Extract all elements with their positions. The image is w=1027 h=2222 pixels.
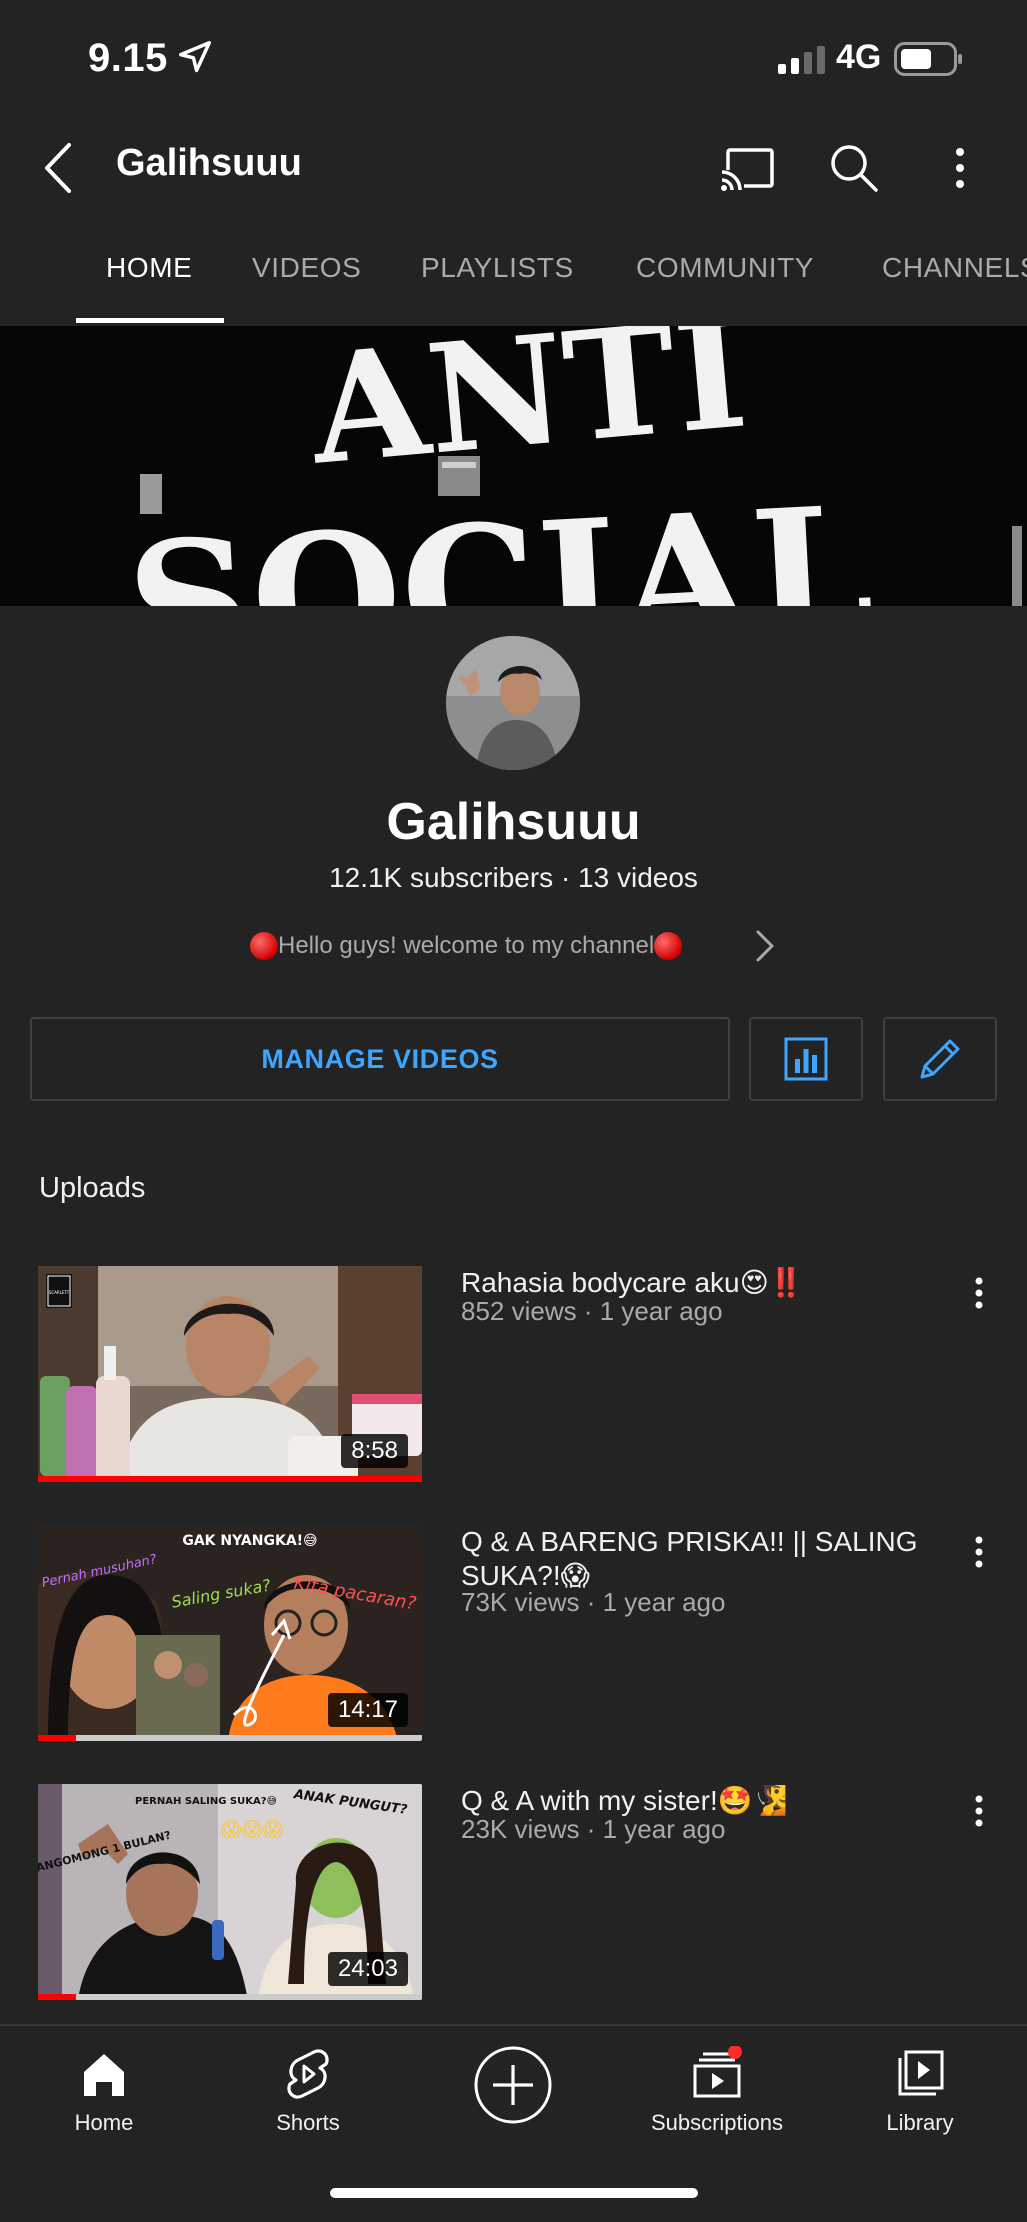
thumbnail-text: PERNAH SALING SUKA?😅 [135,1796,277,1807]
video-item[interactable]: PERNAH SALING SUKA?😅 ANAK PUNGUT? GANGOM… [0,1784,1027,2000]
more-vert-icon[interactable] [966,1531,992,1581]
status-bar: 9.15 4G [0,0,1027,118]
tab-channels[interactable]: CHANNELS [882,252,1027,284]
thumbnail-emoji: 😱😱😱 [221,1817,284,1841]
watch-progress-fill [38,1994,77,2000]
cast-icon[interactable] [718,140,778,196]
tab-community[interactable]: COMMUNITY [636,252,814,284]
video-duration: 8:58 [341,1434,408,1468]
network-label: 4G [836,38,882,76]
nav-subscriptions-label: Subscriptions [650,2110,784,2135]
uploads-section-title: Uploads [39,1172,146,1204]
watch-progress-track [38,1476,422,1482]
channel-banner: ANTI SOCIAL [0,326,1027,606]
analytics-icon [784,1037,828,1081]
tab-videos[interactable]: VIDEOS [252,252,361,284]
red-circle-emoji-icon [654,932,683,960]
video-title[interactable]: Q & A BARENG PRISKA!! || SALING SUKA?!😱 [461,1525,931,1593]
nav-shorts[interactable]: Shorts [228,2042,388,2152]
tab-playlists[interactable]: PLAYLISTS [421,252,574,284]
video-thumbnail[interactable]: PERNAH SALING SUKA?😅 ANAK PUNGUT? GANGOM… [38,1784,422,2000]
subscriptions-icon [693,2046,742,2098]
manage-videos-button[interactable]: MANAGE VIDEOS [30,1017,730,1101]
home-indicator [330,2188,698,2198]
home-icon [84,2054,124,2096]
back-icon [45,143,71,193]
location-arrow-icon [179,41,211,73]
nav-home-label: Home [74,2110,134,2135]
video-item[interactable]: GAK NYANGKA!😅 Pernah musuhan? Saling suk… [0,1525,1027,1741]
video-meta: 23K views · 1 year ago [461,1814,726,1844]
nav-library-label: Library [886,2110,954,2135]
nav-library[interactable]: Library [840,2042,1000,2152]
status-time: 9.15 [88,36,168,80]
create-plus-icon[interactable] [472,2044,554,2126]
banner-artwork: ANTI SOCIAL [0,326,1027,606]
shorts-icon [287,2049,329,2099]
channel-stats: 12.1K subscribers · 13 videos [329,862,698,893]
channel-description-text: Hello guys! welcome to my channel [278,932,655,959]
video-duration: 24:03 [327,1952,408,1986]
app-bar: Galihsuuu [0,118,1027,218]
nav-shorts-label: Shorts [276,2110,340,2135]
video-title[interactable]: Q & A with my sister!🤩🧏 [461,1784,931,1818]
search-icon[interactable] [824,138,884,198]
more-vert-icon[interactable] [966,1272,992,1322]
channel-tabs: HOME VIDEOS PLAYLISTS COMMUNITY CHANNELS [0,230,1027,326]
video-thumbnail[interactable]: GAK NYANGKA!😅 Pernah musuhan? Saling suk… [38,1525,422,1741]
video-meta: 852 views · 1 year ago [461,1296,723,1326]
channel-description[interactable]: Hello guys! welcome to my channel [250,926,790,966]
watch-progress-fill [38,1735,77,1741]
more-vert-icon[interactable] [940,138,980,198]
back-button[interactable] [30,138,86,198]
signal-icon [778,46,825,74]
video-thumbnail[interactable]: SCARLETT 8:58 [38,1266,422,1482]
tab-home[interactable]: HOME [106,252,192,284]
watch-progress-fill [38,1476,422,1482]
video-duration: 14:17 [327,1693,408,1727]
library-icon [898,2050,944,2096]
notification-dot [728,2046,742,2059]
watch-progress-track [38,1735,422,1741]
thumbnail-text: GAK NYANGKA!😅 [182,1533,317,1549]
page-title: Galihsuuu [116,142,302,184]
thumbnail-text: SCARLETT [49,1290,70,1295]
avatar[interactable] [446,636,580,770]
channel-page: 9.15 4G Galihsuuu HOME VIDEOS PLAYLISTS … [0,0,1027,2222]
battery-icon [894,42,962,76]
tab-active-indicator [76,318,224,323]
avatar-image [446,636,580,770]
red-circle-emoji-icon [250,932,278,960]
video-item[interactable]: SCARLETT 8:58 Rahasia bodycare aku😍‼️ 85… [0,1266,1027,1482]
edit-pencil-icon [920,1039,960,1079]
more-vert-icon[interactable] [966,1790,992,1840]
nav-subscriptions[interactable]: Subscriptions [637,2042,797,2152]
analytics-button[interactable] [749,1017,863,1101]
nav-home[interactable]: Home [24,2042,184,2152]
channel-name: Galihsuuu [386,793,641,851]
video-meta: 73K views · 1 year ago [461,1587,726,1617]
video-title[interactable]: Rahasia bodycare aku😍‼️ [461,1266,931,1300]
chevron-right-icon[interactable] [754,928,776,964]
watch-progress-track [38,1994,422,2000]
edit-channel-button[interactable] [883,1017,997,1101]
